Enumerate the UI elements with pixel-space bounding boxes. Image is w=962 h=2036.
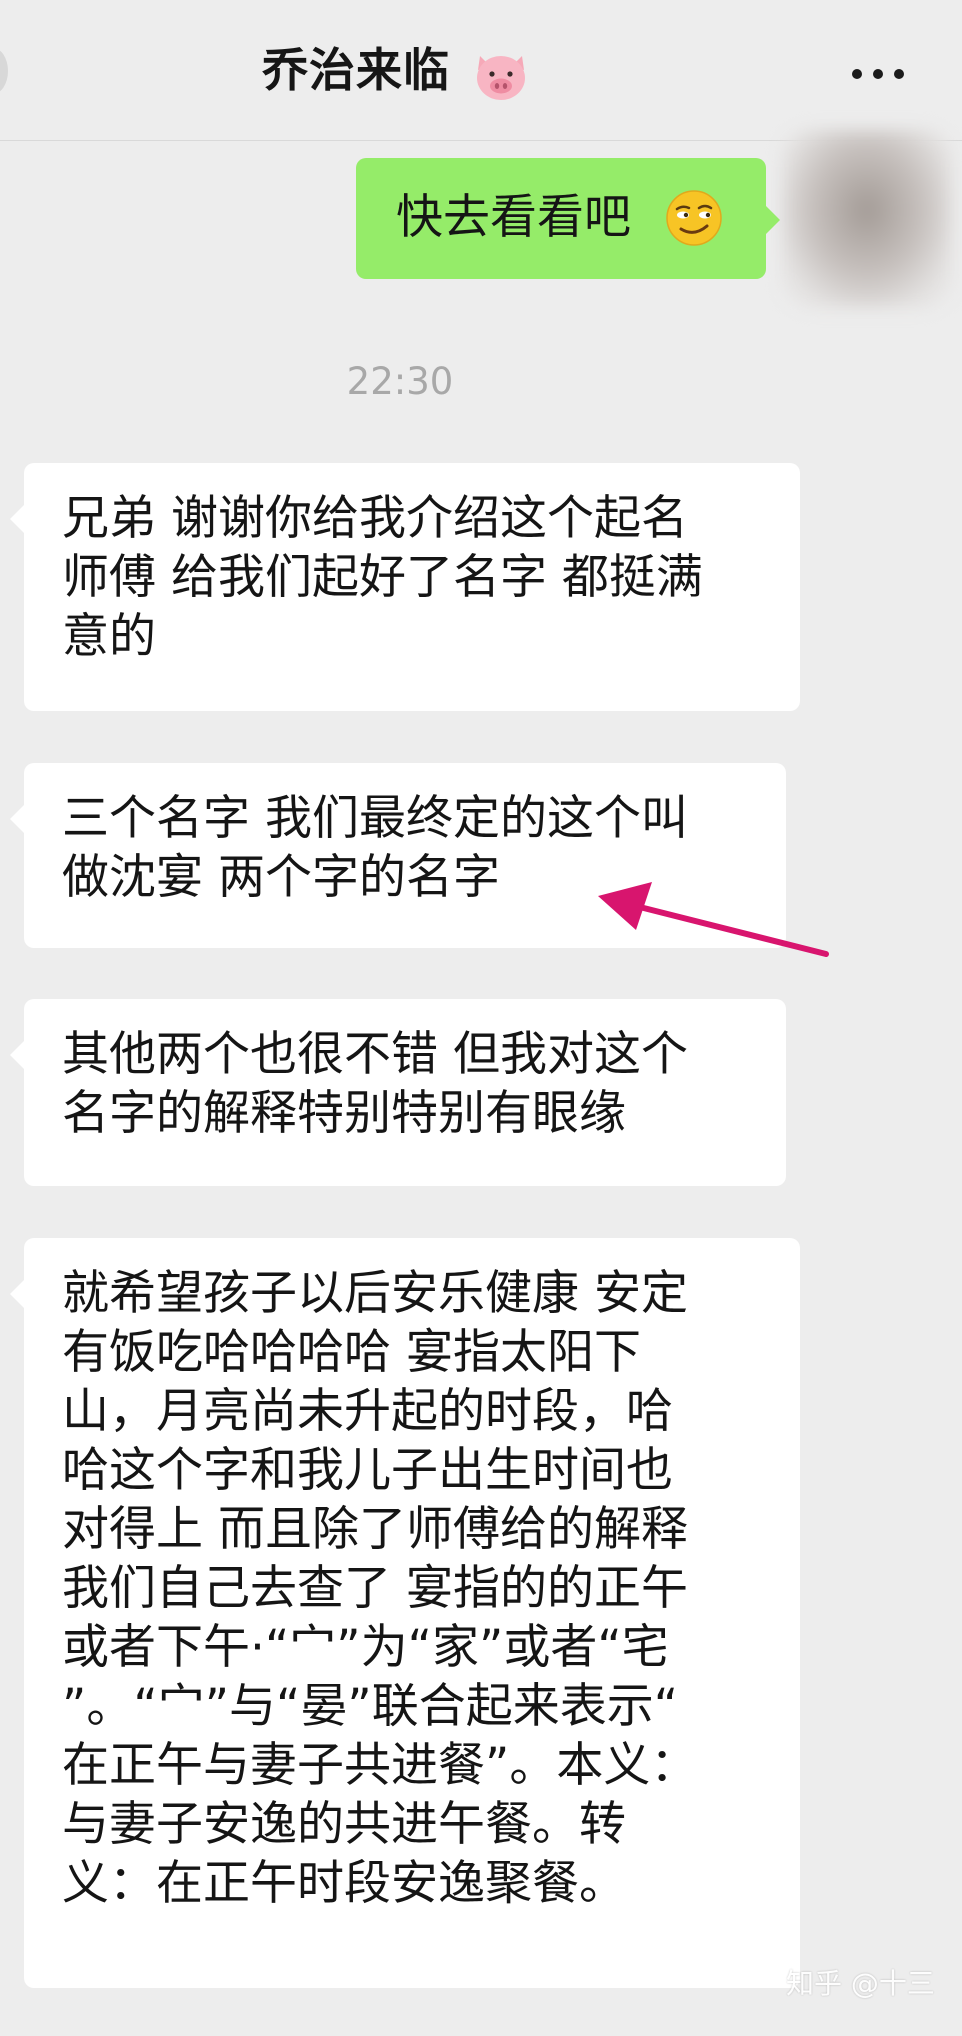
pig-face-icon [477, 56, 525, 100]
user-avatar[interactable] [782, 130, 952, 308]
received-message-bubble[interactable]: 就希望孩子以后安乐健康 安定 有饭吃哈哈哈哈 宴指太阳下 山，月亮尚未升起的时段… [10, 1238, 800, 1988]
message-timestamp: 22:30 [346, 360, 454, 403]
message-line: 对得上 而且除了师傅给的解释 [62, 1502, 688, 1557]
message-line: 我们自己去查了 宴指的的正午 [62, 1561, 688, 1616]
message-line: ”。“宀”与“晏”联合起来表示“ [62, 1679, 679, 1734]
message-line: 有饭吃哈哈哈哈 宴指太阳下 [62, 1325, 641, 1380]
annotation-arrow-icon [598, 882, 829, 957]
chat-header: 乔治来临 [0, 0, 962, 141]
watermark: 知乎 @十三 [786, 1967, 935, 2000]
message-line: 义：在正午时段安逸聚餐。 [62, 1856, 626, 1911]
message-line: 三个名字 我们最终定的这个叫 [62, 791, 688, 846]
more-dots-icon[interactable] [848, 60, 908, 90]
message-line: 就希望孩子以后安乐健康 安定 [62, 1266, 688, 1321]
received-message-bubble[interactable]: 其他两个也很不错 但我对这个 名字的解释特别特别有眼缘 [10, 999, 786, 1186]
message-line: 在正午与妻子共进餐”。本义： [62, 1738, 698, 1793]
message-line: 山，月亮尚未升起的时段，哈 [62, 1384, 673, 1439]
message-line: 其他两个也很不错 但我对这个 [62, 1027, 688, 1082]
message-line: 与妻子安逸的共进午餐。转 [62, 1797, 626, 1852]
message-line: 哈这个字和我儿子出生时间也 [62, 1443, 673, 1498]
received-message-bubble[interactable]: 兄弟 谢谢你给我介绍这个起名 师傅 给我们起好了名字 都挺满 意的 [10, 463, 800, 711]
message-line: 或者下午·“宀”为“家”或者“宅 [62, 1620, 669, 1675]
sent-message-bubble[interactable]: 快去看看吧 [356, 158, 780, 279]
smirking-face-icon [666, 190, 722, 246]
message-text: 快去看看吧 [396, 190, 631, 245]
message-line: 名字的解释特别特别有眼缘 [62, 1086, 626, 1141]
message-line: 兄弟 谢谢你给我介绍这个起名 [62, 491, 688, 546]
message-line: 意的 [62, 609, 156, 664]
chat-title: 乔治来临 [262, 43, 450, 97]
message-line: 师傅 给我们起好了名字 都挺满 [62, 550, 703, 605]
back-button[interactable] [0, 48, 8, 94]
